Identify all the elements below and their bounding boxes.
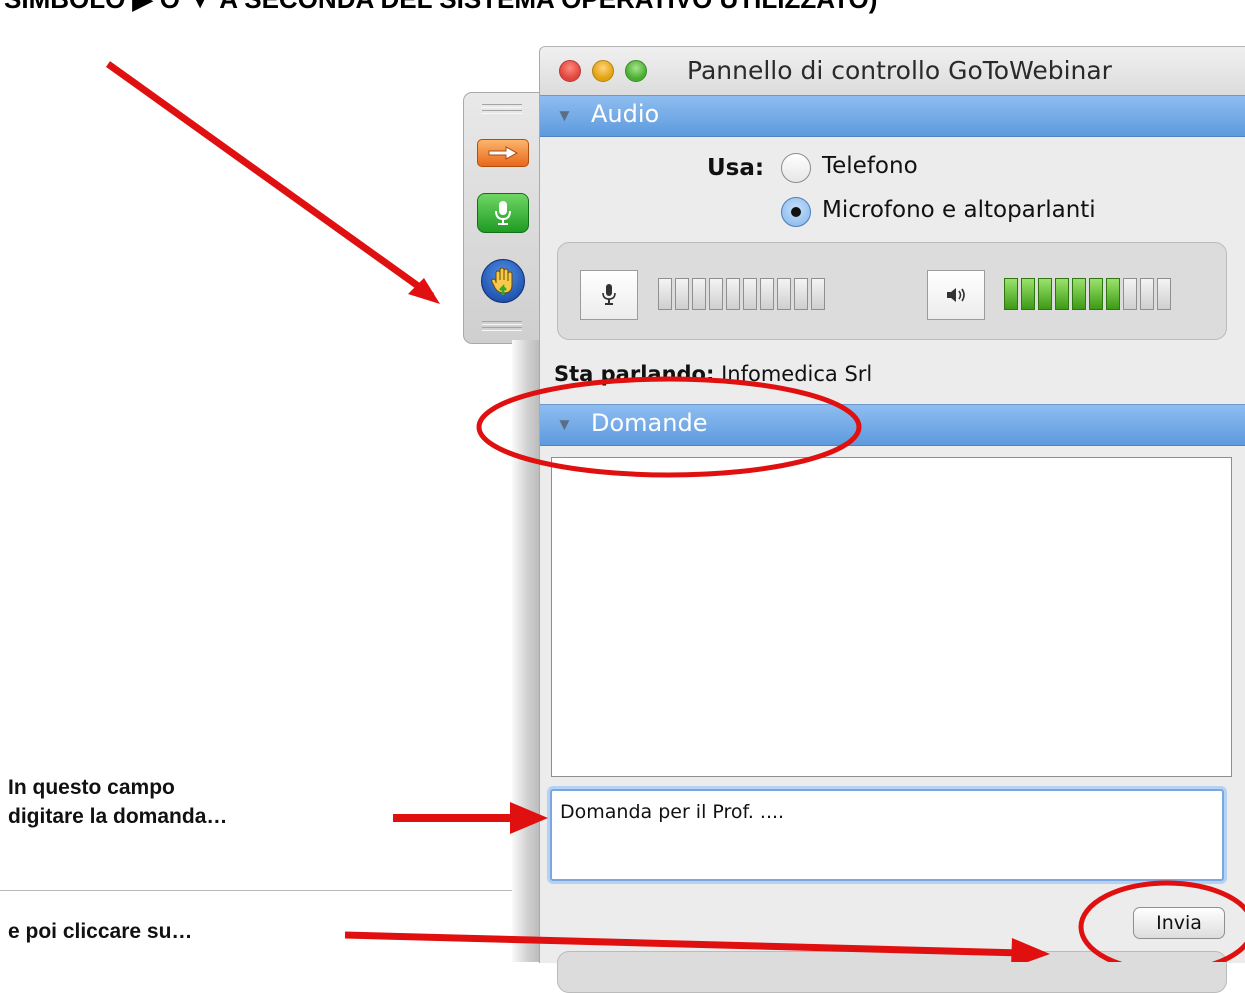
level-segment: [1055, 278, 1069, 310]
caption-line-1: In questo campo: [8, 776, 175, 799]
speaker-level-meter: [1004, 278, 1171, 310]
grip-bottom-2: [482, 327, 522, 331]
microphone-level-meter: [658, 278, 825, 310]
level-segment: [1072, 278, 1086, 310]
annotation-arrowhead: [408, 278, 440, 304]
audio-section-header[interactable]: ▼ Audio: [540, 95, 1245, 137]
level-segment: [709, 278, 723, 310]
audio-section-label: Audio: [591, 100, 660, 128]
collapse-triangle-icon[interactable]: ▼: [556, 106, 573, 126]
speaker-icon: [947, 288, 965, 302]
questions-section-label: Domande: [591, 409, 708, 437]
microphone-icon[interactable]: [477, 193, 529, 233]
caption-field-instruction: In questo campo digitare la domanda…: [8, 773, 227, 831]
window-title: Pannello di controllo GoToWebinar: [687, 56, 1112, 85]
level-segment: [1157, 278, 1171, 310]
toolbar-shadow: [512, 340, 539, 962]
questions-section-header[interactable]: ▼ Domande: [540, 404, 1245, 446]
microphone-mute-button[interactable]: [580, 270, 638, 320]
send-button[interactable]: Invia: [1133, 907, 1225, 939]
level-segment: [1021, 278, 1035, 310]
audio-levels-panel: [557, 242, 1227, 340]
raise-hand-icon[interactable]: [481, 259, 525, 303]
minimize-window-button[interactable]: [592, 60, 614, 82]
arrow-icon[interactable]: [477, 139, 529, 167]
level-segment: [1038, 278, 1052, 310]
questions-log[interactable]: [551, 457, 1232, 777]
level-segment: [1123, 278, 1137, 310]
bottom-panel: [557, 951, 1227, 993]
grip-bottom: [482, 321, 522, 325]
level-segment: [726, 278, 740, 310]
use-label: Usa:: [707, 155, 765, 181]
speaking-name: Infomedica Srl: [721, 362, 873, 386]
mic-speakers-radio-label[interactable]: Microfono e altoparlanti: [822, 197, 1096, 223]
caption-line-2: digitare la domanda…: [8, 805, 228, 828]
level-segment: [658, 278, 672, 310]
mic-speakers-radio[interactable]: [781, 197, 811, 227]
close-window-button[interactable]: [559, 60, 581, 82]
telephone-radio-label[interactable]: Telefono: [822, 153, 918, 179]
level-segment: [1106, 278, 1120, 310]
question-input[interactable]: Domanda per il Prof. ....: [550, 789, 1224, 881]
side-toolbar: [463, 92, 540, 344]
collapse-triangle-icon[interactable]: ▼: [556, 415, 573, 435]
level-segment: [811, 278, 825, 310]
level-segment: [794, 278, 808, 310]
caption-click-instruction: e poi cliccare su…: [8, 920, 193, 943]
control-panel-window: Pannello di controllo GoToWebinar ▼ Audi…: [539, 46, 1245, 993]
speaker-mute-button[interactable]: [927, 270, 985, 320]
radio-selected-dot: [791, 207, 801, 217]
zoom-window-button[interactable]: [625, 60, 647, 82]
level-segment: [1140, 278, 1154, 310]
level-segment: [743, 278, 757, 310]
level-segment: [777, 278, 791, 310]
annotation-arrow-line: [105, 61, 435, 299]
level-segment: [692, 278, 706, 310]
speaking-status: Sta parlando: Infomedica Srl: [554, 362, 872, 386]
document-heading: SIMBOLO ▶ O ▼ A SECONDA DEL SISTEMA OPER…: [4, 0, 1245, 14]
speaking-label: Sta parlando:: [554, 362, 715, 386]
divider: [0, 890, 540, 891]
title-bar[interactable]: Pannello di controllo GoToWebinar: [540, 47, 1245, 96]
grip-top-2: [482, 110, 522, 114]
microphone-icon: [602, 284, 616, 305]
level-segment: [1089, 278, 1103, 310]
level-segment: [1004, 278, 1018, 310]
level-segment: [760, 278, 774, 310]
telephone-radio[interactable]: [781, 153, 811, 183]
grip-top[interactable]: [482, 104, 522, 108]
level-segment: [675, 278, 689, 310]
